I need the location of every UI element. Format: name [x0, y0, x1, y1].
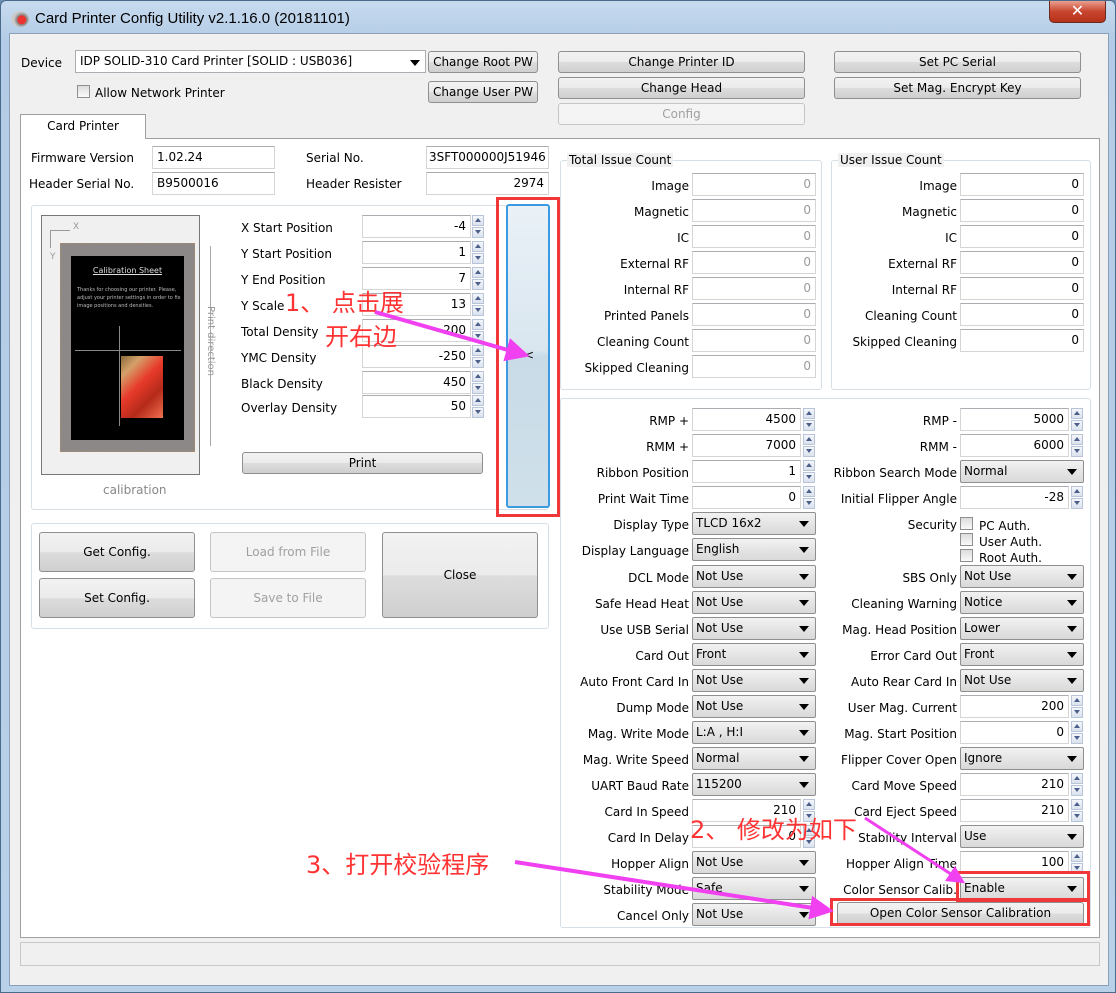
arrow-step3 — [514, 860, 834, 920]
content: Device IDP SOLID-310 Card Printer [SOLID… — [0, 0, 1116, 993]
annotation-arrows — [374, 310, 966, 920]
arrow-step2 — [864, 816, 966, 884]
arrow-step1 — [374, 310, 530, 362]
